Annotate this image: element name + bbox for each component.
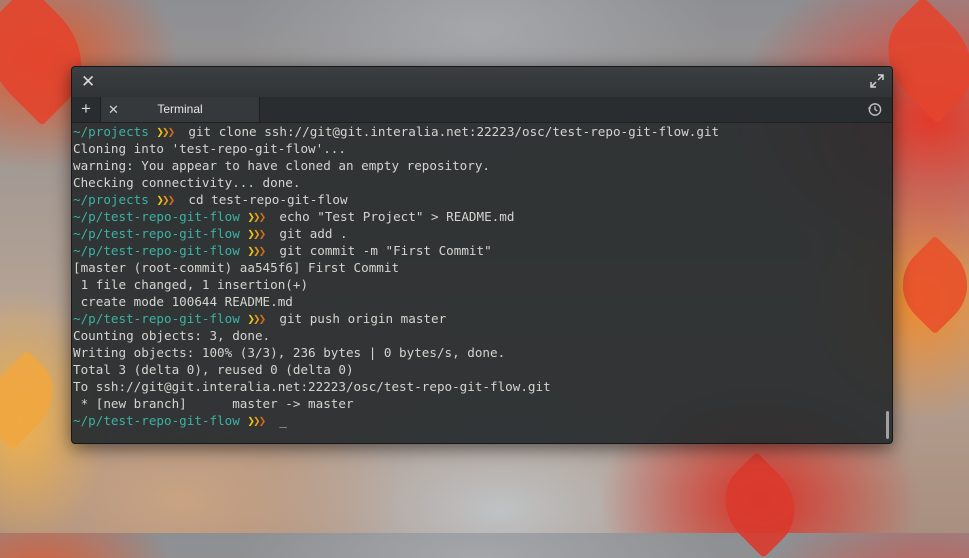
wallpaper-leaf [885,235,969,335]
prompt-line: ~/p/test-repo-git-flow ❯❯❯ git commit -m… [73,242,880,259]
wallpaper-leaf [706,451,814,558]
output-line: Total 3 (delta 0), reused 0 (delta 0) [73,362,354,377]
output-line: * [new branch] master -> master [73,396,354,411]
prompt-line: ~/p/test-repo-git-flow ❯❯❯ git add . [73,225,880,242]
prompt-arrow-icon: ❯❯❯ [247,226,266,241]
command-text: git add . [279,226,348,241]
prompt-chevron: ❯ [258,226,266,241]
scrollbar[interactable] [886,411,889,439]
plus-icon: + [81,99,91,118]
tab-terminal[interactable]: ✕ Terminal [100,97,260,122]
tab-label: Terminal [157,102,203,116]
prompt-chevron: ❯ [167,124,175,139]
prompt-cwd: ~/p/test-repo-git-flow [73,209,240,224]
prompt-chevron: ❯ [258,209,266,224]
prompt-cwd: ~/p/test-repo-git-flow [73,413,240,428]
prompt-cwd: ~/projects [73,124,149,139]
output-line: [master (root-commit) aa545f6] First Com… [73,260,400,275]
prompt-line: ~/p/test-repo-git-flow ❯❯❯ _ [73,412,880,429]
prompt-chevron: ❯ [167,192,175,207]
output-line: Counting objects: 3, done. [73,328,271,343]
prompt-cwd: ~/p/test-repo-git-flow [73,311,240,326]
output-line: create mode 100644 README.md [73,294,293,309]
command-text: git clone ssh://git@git.interalia.net:22… [188,124,720,139]
prompt-arrow-icon: ❯❯❯ [247,243,266,258]
maximize-icon[interactable] [870,74,884,88]
prompt-chevron: ❯ [258,413,266,428]
prompt-cwd: ~/p/test-repo-git-flow [73,226,240,241]
prompt-cwd: ~/p/test-repo-git-flow [73,243,240,258]
prompt-arrow-icon: ❯❯❯ [156,192,175,207]
output-line: warning: You appear to have cloned an em… [73,158,491,173]
prompt-arrow-icon: ❯❯❯ [156,124,175,139]
command-text: cd test-repo-git-flow [188,192,348,207]
output-line: Writing objects: 100% (3/3), 236 bytes |… [73,345,506,360]
prompt-chevron: ❯ [258,243,266,258]
prompt-cwd: ~/projects [73,192,149,207]
close-icon[interactable]: ✕ [81,72,95,92]
prompt-line: ~/p/test-repo-git-flow ❯❯❯ git push orig… [73,310,880,327]
titlebar: ✕ [72,67,892,97]
prompt-arrow-icon: ❯❯❯ [247,311,266,326]
new-tab-button[interactable]: + [72,97,100,122]
tab-bar: + ✕ Terminal [72,97,892,123]
cursor: _ [279,413,287,428]
wallpaper-leaf [0,350,70,450]
terminal-window: ✕ + ✕ Terminal ~/projects ❯❯❯ git clone … [71,66,893,444]
terminal-output[interactable]: ~/projects ❯❯❯ git clone ssh://git@git.i… [73,123,880,443]
prompt-line: ~/projects ❯❯❯ git clone ssh://git@git.i… [73,123,880,140]
output-line: Checking connectivity... done. [73,175,301,190]
output-line: 1 file changed, 1 insertion(+) [73,277,309,292]
prompt-arrow-icon: ❯❯❯ [247,209,266,224]
prompt-arrow-icon: ❯❯❯ [247,413,266,428]
prompt-line: ~/p/test-repo-git-flow ❯❯❯ echo "Test Pr… [73,208,880,225]
output-line: Cloning into 'test-repo-git-flow'... [73,141,346,156]
prompt-chevron: ❯ [258,311,266,326]
command-text: echo "Test Project" > README.md [279,209,515,224]
command-text: git push origin master [279,311,447,326]
close-icon[interactable]: ✕ [108,97,119,122]
command-text: git commit -m "First Commit" [279,243,492,258]
history-icon[interactable] [867,102,882,117]
prompt-line: ~/projects ❯❯❯ cd test-repo-git-flow [73,191,880,208]
output-line: To ssh://git@git.interalia.net:22223/osc… [73,379,551,394]
